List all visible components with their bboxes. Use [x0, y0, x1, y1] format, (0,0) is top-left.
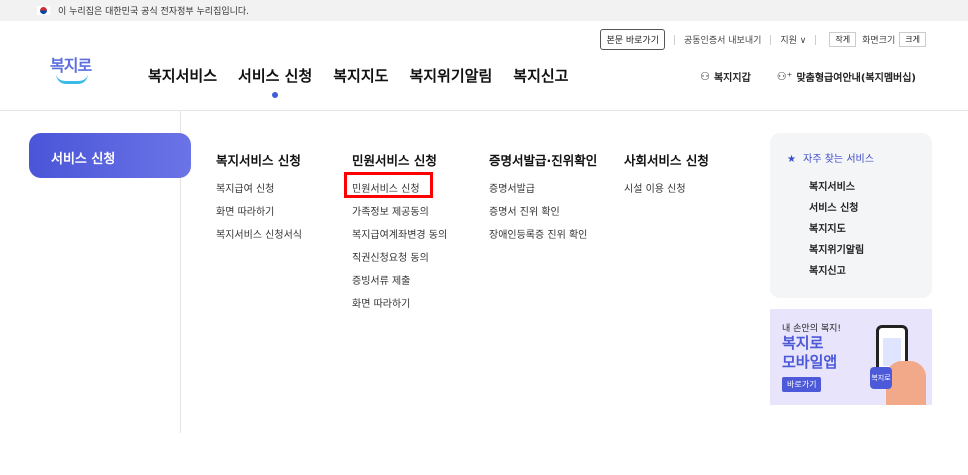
favorites-title-text: 자주 찾는 서비스: [803, 154, 874, 165]
wallet-label: 복지지갑: [713, 73, 751, 84]
logo-text: 복지로: [50, 56, 92, 75]
gov-notice-text: 이 누리집은 대한민국 공식 전자정부 누리집입니다.: [58, 7, 250, 17]
favorite-item[interactable]: 복지서비스: [787, 178, 932, 199]
menu-link[interactable]: 화면 따라하기: [352, 298, 447, 321]
favorite-item[interactable]: 복지지도: [787, 220, 932, 241]
menu-link[interactable]: 화면 따라하기: [216, 206, 302, 229]
highlight-box: [344, 172, 433, 198]
banner-line1: 내 손안의 복지!: [782, 324, 842, 334]
menu-column-certificate: 증명서발급·진위확인 증명서발급 증명서 진위 확인 장애인등록증 진위 확인: [489, 150, 597, 252]
menu-link[interactable]: 복지급여계좌변경 동의: [352, 229, 447, 252]
favorite-item[interactable]: 서비스 신청: [787, 199, 932, 220]
korea-flag-icon: [37, 6, 50, 15]
font-large-button[interactable]: 크게: [899, 32, 926, 47]
font-small-button[interactable]: 작게: [829, 32, 857, 47]
menu-link[interactable]: 시설 이용 신청: [624, 183, 709, 206]
side-menu-service-apply[interactable]: 서비스 신청: [29, 133, 191, 178]
wallet-link[interactable]: ⚇ 복지지갑: [700, 69, 751, 84]
user-plus-icon: ⚇⁺: [776, 70, 793, 83]
gov-notice-bar: 이 누리집은 대한민국 공식 전자정부 누리집입니다.: [0, 0, 968, 21]
user-icon: ⚇: [700, 70, 710, 83]
right-links: ⚇ 복지지갑 ⚇⁺ 맞춤형급여안내(복지멤버십): [674, 69, 916, 84]
menu-link[interactable]: 장애인등록증 진위 확인: [489, 229, 597, 252]
favorites-title: ★ 자주 찾는 서비스: [787, 150, 932, 165]
site-logo[interactable]: 복지로: [50, 52, 96, 90]
menu-link[interactable]: 가족정보 제공동의: [352, 206, 447, 229]
mobile-app-banner[interactable]: 내 손안의 복지! 복지로 모바일앱 바로가기 복지로: [770, 309, 932, 405]
main-nav: 복지서비스 서비스 신청 복지지도 복지위기알림 복지신고: [148, 65, 589, 98]
nav-service-apply[interactable]: 서비스 신청: [238, 65, 312, 98]
divider: [815, 34, 817, 45]
header-divider: [0, 110, 968, 111]
divider: [674, 34, 675, 45]
favorite-item[interactable]: 복지위기알림: [787, 241, 932, 262]
nav-welfare-report[interactable]: 복지신고: [513, 65, 568, 86]
logo-smile-icon: [56, 74, 88, 84]
column-heading[interactable]: 사회서비스 신청: [624, 150, 709, 169]
favorite-item[interactable]: 복지신고: [787, 262, 932, 283]
column-heading[interactable]: 민원서비스 신청: [352, 150, 447, 169]
divider: [770, 34, 772, 45]
nav-welfare-map[interactable]: 복지지도: [333, 65, 388, 86]
favorite-services-panel: ★ 자주 찾는 서비스 복지서비스 서비스 신청 복지지도 복지위기알림 복지신…: [770, 133, 932, 298]
membership-guide-link[interactable]: ⚇⁺ 맞춤형급여안내(복지멤버십): [777, 69, 916, 84]
star-icon: ★: [787, 154, 796, 165]
cert-export-link[interactable]: 공동인증서 내보내기: [684, 33, 761, 46]
membership-guide-label: 맞춤형급여안내(복지멤버십): [796, 73, 916, 84]
menu-link[interactable]: 복지서비스 신청서식: [216, 229, 302, 252]
column-heading[interactable]: 복지서비스 신청: [216, 150, 302, 169]
zoom-label: 화면크기: [862, 36, 896, 46]
menu-link[interactable]: 복지급여 신청: [216, 183, 302, 206]
support-dropdown[interactable]: 지원 ∨: [780, 33, 806, 46]
nav-crisis-alert[interactable]: 복지위기알림: [409, 65, 492, 86]
banner-line2: 복지로: [782, 334, 824, 352]
column-heading[interactable]: 증명서발급·진위확인: [489, 150, 597, 169]
banner-go-button[interactable]: 바로가기: [782, 377, 822, 392]
app-icon: 복지로: [870, 367, 892, 389]
skip-to-content-button[interactable]: 본문 바로가기: [600, 29, 665, 50]
menu-link[interactable]: 직권신청요청 동의: [352, 252, 447, 275]
menu-column-social-service: 사회서비스 신청 시설 이용 신청: [624, 150, 709, 206]
menu-link[interactable]: 증빙서류 제출: [352, 275, 447, 298]
menu-link[interactable]: 증명서 진위 확인: [489, 206, 597, 229]
menu-link[interactable]: 증명서발급: [489, 183, 597, 206]
menu-column-welfare-apply: 복지서비스 신청 복지급여 신청 화면 따라하기 복지서비스 신청서식: [216, 150, 302, 252]
nav-welfare-service[interactable]: 복지서비스: [148, 65, 217, 86]
utility-bar: 본문 바로가기 공동인증서 내보내기 지원 ∨ 작게 화면크기 크게: [600, 29, 926, 50]
hand-icon: [886, 361, 926, 405]
